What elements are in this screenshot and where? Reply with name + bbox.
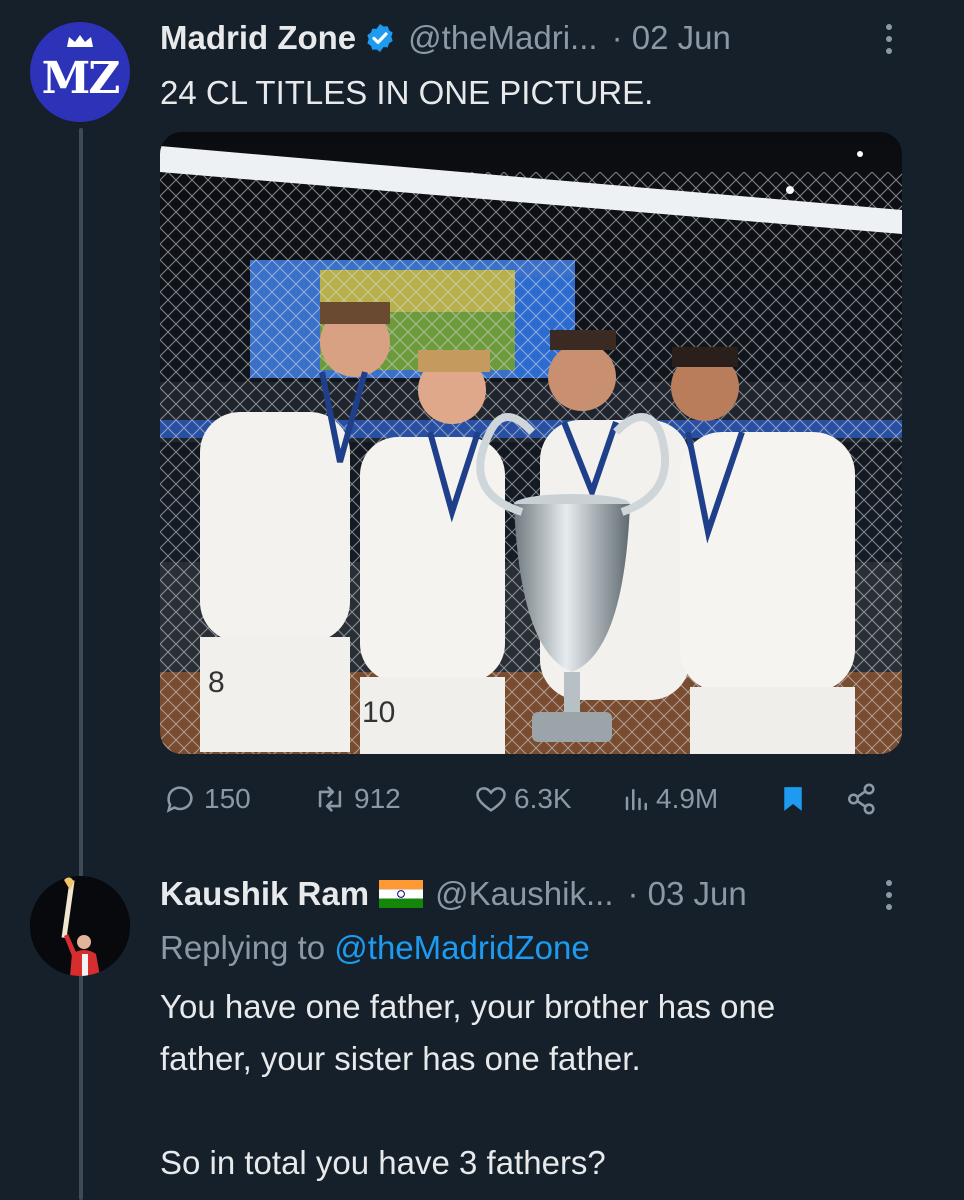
retweet-count: 912 <box>354 783 401 814</box>
tweet-text: 24 CL TITLES IN ONE PICTURE. <box>160 74 654 111</box>
share-button[interactable] <box>844 782 880 816</box>
reply-author-handle[interactable]: @Kaushik... <box>435 874 613 914</box>
author-name[interactable]: Madrid Zone <box>160 18 356 58</box>
tweet-header: Madrid Zone @theMadri... · 02 Jun <box>160 18 731 58</box>
retweet-button[interactable]: 912 <box>310 782 401 816</box>
heart-icon <box>476 787 506 812</box>
retweet-icon <box>318 786 342 812</box>
crown-icon <box>67 35 93 47</box>
author-avatar[interactable]: MZ <box>30 22 130 122</box>
views-bar-chart-icon <box>625 789 647 811</box>
reply-header: Kaushik Ram @Kaushik... · 03 Jun <box>160 874 747 914</box>
reply-icon <box>166 786 193 813</box>
like-button[interactable]: 6.3K <box>472 782 572 816</box>
reply-author-name[interactable]: Kaushik Ram <box>160 874 369 914</box>
more-options-icon[interactable] <box>886 24 894 54</box>
avatar-logo-text: MZ <box>41 52 121 104</box>
india-flag-icon <box>379 880 424 908</box>
view-count: 4.9M <box>656 783 719 814</box>
thread-connector-line <box>79 128 83 1200</box>
reply-more-options-icon[interactable] <box>886 880 894 910</box>
torch-bearer-avatar-image <box>30 876 130 976</box>
views-button[interactable]: 4.9M <box>622 782 718 816</box>
verified-badge-icon <box>364 22 396 54</box>
reply-text-line-1: You have one father, your brother has on… <box>160 988 776 1025</box>
bookmark-icon <box>784 787 802 811</box>
shirt-number-8: 8 <box>208 666 225 699</box>
reply-count: 150 <box>204 783 251 814</box>
author-handle[interactable]: @theMadri... <box>408 18 597 58</box>
reply-text-line-2: father, your sister has one father. <box>160 1040 641 1077</box>
tweet-photo[interactable]: 8 10 <box>160 132 902 754</box>
reply-date[interactable]: · 03 Jun <box>627 874 746 914</box>
replying-to-prefix: Replying to <box>160 929 326 966</box>
share-link-icon <box>847 783 875 815</box>
bookmark-button[interactable] <box>778 782 808 816</box>
reply-button[interactable]: 150 <box>160 782 251 816</box>
like-count: 6.3K <box>514 783 572 814</box>
reply-text-line-3: So in total you have 3 fathers? <box>160 1144 606 1181</box>
reply-author-avatar[interactable] <box>30 876 130 976</box>
tweet-action-bar: 150 912 6.3K 4.9M <box>160 780 900 824</box>
trophy-celebration-photo: 8 10 <box>160 132 902 754</box>
shirt-number-10: 10 <box>362 696 395 729</box>
replying-to-line: Replying to @theMadridZone <box>160 926 590 970</box>
tweet-date[interactable]: · 02 Jun <box>612 18 731 58</box>
replying-to-mention-link[interactable]: @theMadridZone <box>334 929 589 966</box>
